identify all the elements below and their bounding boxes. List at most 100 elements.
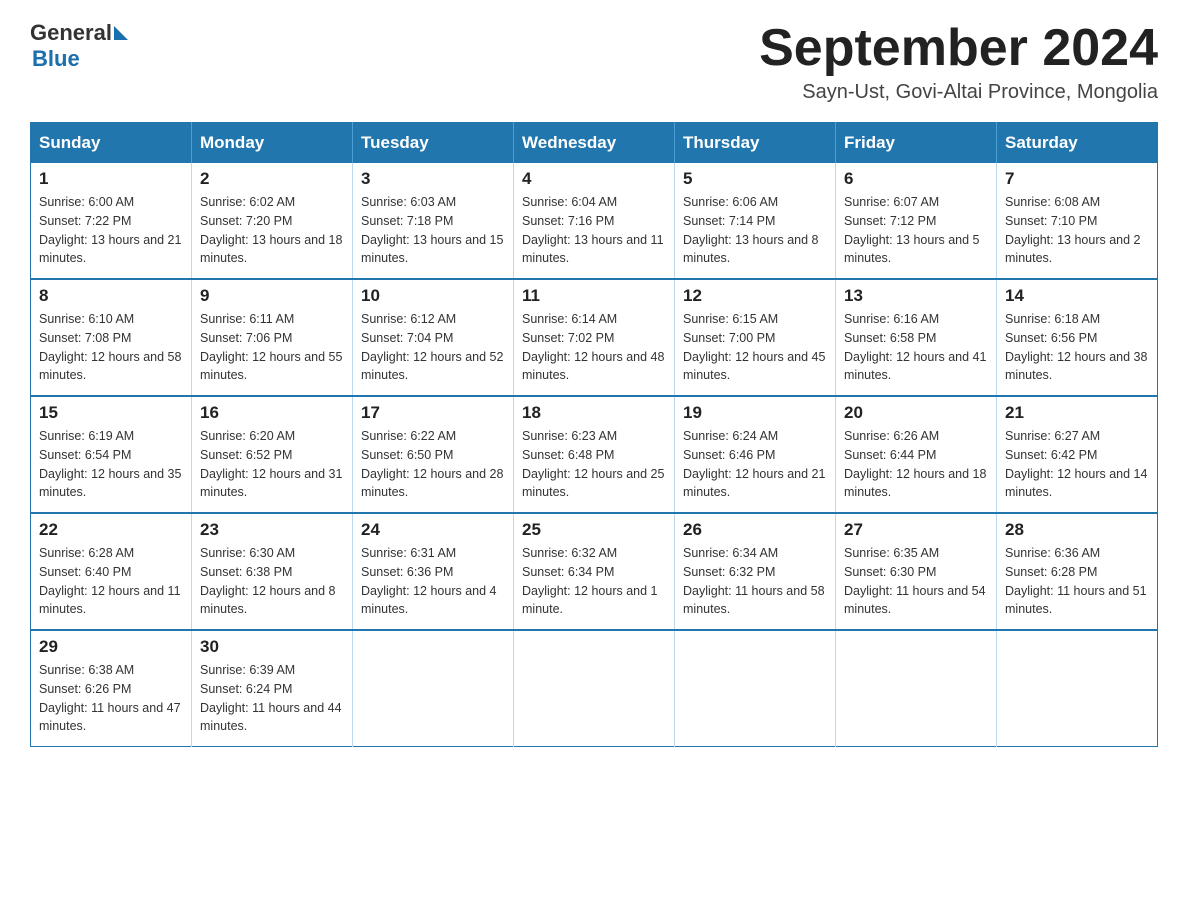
day-number: 9 (200, 286, 344, 306)
day-number: 16 (200, 403, 344, 423)
day-info: Sunrise: 6:15 AMSunset: 7:00 PMDaylight:… (683, 310, 827, 385)
day-info: Sunrise: 6:20 AMSunset: 6:52 PMDaylight:… (200, 427, 344, 502)
day-info: Sunrise: 6:02 AMSunset: 7:20 PMDaylight:… (200, 193, 344, 268)
day-number: 23 (200, 520, 344, 540)
day-number: 30 (200, 637, 344, 657)
day-number: 2 (200, 169, 344, 189)
calendar-cell: 17 Sunrise: 6:22 AMSunset: 6:50 PMDayligh… (353, 396, 514, 513)
day-number: 29 (39, 637, 183, 657)
calendar-cell: 7 Sunrise: 6:08 AMSunset: 7:10 PMDaylight… (997, 163, 1158, 279)
day-info: Sunrise: 6:34 AMSunset: 6:32 PMDaylight:… (683, 544, 827, 619)
calendar-week-row: 29 Sunrise: 6:38 AMSunset: 6:26 PMDayligh… (31, 630, 1158, 747)
day-number: 4 (522, 169, 666, 189)
calendar-header-tuesday: Tuesday (353, 123, 514, 164)
day-info: Sunrise: 6:38 AMSunset: 6:26 PMDaylight:… (39, 661, 183, 736)
day-info: Sunrise: 6:30 AMSunset: 6:38 PMDaylight:… (200, 544, 344, 619)
day-number: 20 (844, 403, 988, 423)
day-number: 19 (683, 403, 827, 423)
day-info: Sunrise: 6:24 AMSunset: 6:46 PMDaylight:… (683, 427, 827, 502)
day-number: 6 (844, 169, 988, 189)
day-number: 8 (39, 286, 183, 306)
calendar-cell: 2 Sunrise: 6:02 AMSunset: 7:20 PMDaylight… (192, 163, 353, 279)
calendar-cell (675, 630, 836, 747)
day-info: Sunrise: 6:14 AMSunset: 7:02 PMDaylight:… (522, 310, 666, 385)
day-number: 26 (683, 520, 827, 540)
calendar-header-thursday: Thursday (675, 123, 836, 164)
day-number: 12 (683, 286, 827, 306)
day-info: Sunrise: 6:31 AMSunset: 6:36 PMDaylight:… (361, 544, 505, 619)
calendar-cell: 30 Sunrise: 6:39 AMSunset: 6:24 PMDayligh… (192, 630, 353, 747)
calendar-cell: 14 Sunrise: 6:18 AMSunset: 6:56 PMDayligh… (997, 279, 1158, 396)
day-number: 17 (361, 403, 505, 423)
day-number: 21 (1005, 403, 1149, 423)
day-number: 27 (844, 520, 988, 540)
logo: General Blue (30, 20, 128, 72)
calendar-cell: 13 Sunrise: 6:16 AMSunset: 6:58 PMDayligh… (836, 279, 997, 396)
calendar-cell: 19 Sunrise: 6:24 AMSunset: 6:46 PMDayligh… (675, 396, 836, 513)
calendar-header-friday: Friday (836, 123, 997, 164)
day-info: Sunrise: 6:18 AMSunset: 6:56 PMDaylight:… (1005, 310, 1149, 385)
day-info: Sunrise: 6:27 AMSunset: 6:42 PMDaylight:… (1005, 427, 1149, 502)
calendar-cell: 24Sunrise: 6:31 AMSunset: 6:36 PMDayligh… (353, 513, 514, 630)
day-info: Sunrise: 6:03 AMSunset: 7:18 PMDaylight:… (361, 193, 505, 268)
day-number: 5 (683, 169, 827, 189)
location-title: Sayn-Ust, Govi-Altai Province, Mongolia (759, 81, 1158, 104)
day-number: 18 (522, 403, 666, 423)
day-number: 11 (522, 286, 666, 306)
day-number: 3 (361, 169, 505, 189)
calendar-table: SundayMondayTuesdayWednesdayThursdayFrid… (30, 122, 1158, 747)
day-info: Sunrise: 6:35 AMSunset: 6:30 PMDaylight:… (844, 544, 988, 619)
calendar-header-monday: Monday (192, 123, 353, 164)
day-number: 1 (39, 169, 183, 189)
calendar-cell: 18 Sunrise: 6:23 AMSunset: 6:48 PMDayligh… (514, 396, 675, 513)
calendar-cell: 9Sunrise: 6:11 AMSunset: 7:06 PMDaylight… (192, 279, 353, 396)
calendar-cell (836, 630, 997, 747)
day-number: 7 (1005, 169, 1149, 189)
day-info: Sunrise: 6:07 AMSunset: 7:12 PMDaylight:… (844, 193, 988, 268)
calendar-header-row: SundayMondayTuesdayWednesdayThursdayFrid… (31, 123, 1158, 164)
calendar-cell: 15Sunrise: 6:19 AMSunset: 6:54 PMDayligh… (31, 396, 192, 513)
calendar-cell: 29 Sunrise: 6:38 AMSunset: 6:26 PMDayligh… (31, 630, 192, 747)
day-info: Sunrise: 6:04 AMSunset: 7:16 PMDaylight:… (522, 193, 666, 268)
calendar-cell: 12 Sunrise: 6:15 AMSunset: 7:00 PMDayligh… (675, 279, 836, 396)
day-info: Sunrise: 6:16 AMSunset: 6:58 PMDaylight:… (844, 310, 988, 385)
day-info: Sunrise: 6:08 AMSunset: 7:10 PMDaylight:… (1005, 193, 1149, 268)
day-number: 14 (1005, 286, 1149, 306)
calendar-cell: 8 Sunrise: 6:10 AMSunset: 7:08 PMDaylight… (31, 279, 192, 396)
calendar-cell: 21 Sunrise: 6:27 AMSunset: 6:42 PMDayligh… (997, 396, 1158, 513)
logo-text-blue: Blue (32, 46, 80, 72)
calendar-week-row: 8 Sunrise: 6:10 AMSunset: 7:08 PMDaylight… (31, 279, 1158, 396)
day-number: 25 (522, 520, 666, 540)
day-info: Sunrise: 6:23 AMSunset: 6:48 PMDaylight:… (522, 427, 666, 502)
day-info: Sunrise: 6:12 AMSunset: 7:04 PMDaylight:… (361, 310, 505, 385)
calendar-cell: 11 Sunrise: 6:14 AMSunset: 7:02 PMDayligh… (514, 279, 675, 396)
title-block: September 2024 Sayn-Ust, Govi-Altai Prov… (759, 20, 1158, 104)
calendar-header-sunday: Sunday (31, 123, 192, 164)
calendar-week-row: 1 Sunrise: 6:00 AMSunset: 7:22 PMDaylight… (31, 163, 1158, 279)
calendar-week-row: 15Sunrise: 6:19 AMSunset: 6:54 PMDayligh… (31, 396, 1158, 513)
day-number: 15 (39, 403, 183, 423)
day-info: Sunrise: 6:06 AMSunset: 7:14 PMDaylight:… (683, 193, 827, 268)
logo-text-general: General (30, 20, 112, 46)
day-number: 10 (361, 286, 505, 306)
day-info: Sunrise: 6:36 AMSunset: 6:28 PMDaylight:… (1005, 544, 1149, 619)
day-info: Sunrise: 6:10 AMSunset: 7:08 PMDaylight:… (39, 310, 183, 385)
calendar-cell: 23 Sunrise: 6:30 AMSunset: 6:38 PMDayligh… (192, 513, 353, 630)
calendar-cell: 16 Sunrise: 6:20 AMSunset: 6:52 PMDayligh… (192, 396, 353, 513)
calendar-cell: 26 Sunrise: 6:34 AMSunset: 6:32 PMDayligh… (675, 513, 836, 630)
day-info: Sunrise: 6:22 AMSunset: 6:50 PMDaylight:… (361, 427, 505, 502)
calendar-cell: 27 Sunrise: 6:35 AMSunset: 6:30 PMDayligh… (836, 513, 997, 630)
calendar-header-saturday: Saturday (997, 123, 1158, 164)
calendar-cell: 1 Sunrise: 6:00 AMSunset: 7:22 PMDaylight… (31, 163, 192, 279)
day-info: Sunrise: 6:00 AMSunset: 7:22 PMDaylight:… (39, 193, 183, 268)
calendar-cell: 20Sunrise: 6:26 AMSunset: 6:44 PMDayligh… (836, 396, 997, 513)
day-info: Sunrise: 6:32 AMSunset: 6:34 PMDaylight:… (522, 544, 666, 619)
day-number: 22 (39, 520, 183, 540)
calendar-cell: 5 Sunrise: 6:06 AMSunset: 7:14 PMDaylight… (675, 163, 836, 279)
calendar-cell (514, 630, 675, 747)
page-header: General Blue September 2024 Sayn-Ust, Go… (30, 20, 1158, 104)
day-number: 28 (1005, 520, 1149, 540)
day-info: Sunrise: 6:39 AMSunset: 6:24 PMDaylight:… (200, 661, 344, 736)
calendar-cell: 22Sunrise: 6:28 AMSunset: 6:40 PMDayligh… (31, 513, 192, 630)
day-number: 13 (844, 286, 988, 306)
